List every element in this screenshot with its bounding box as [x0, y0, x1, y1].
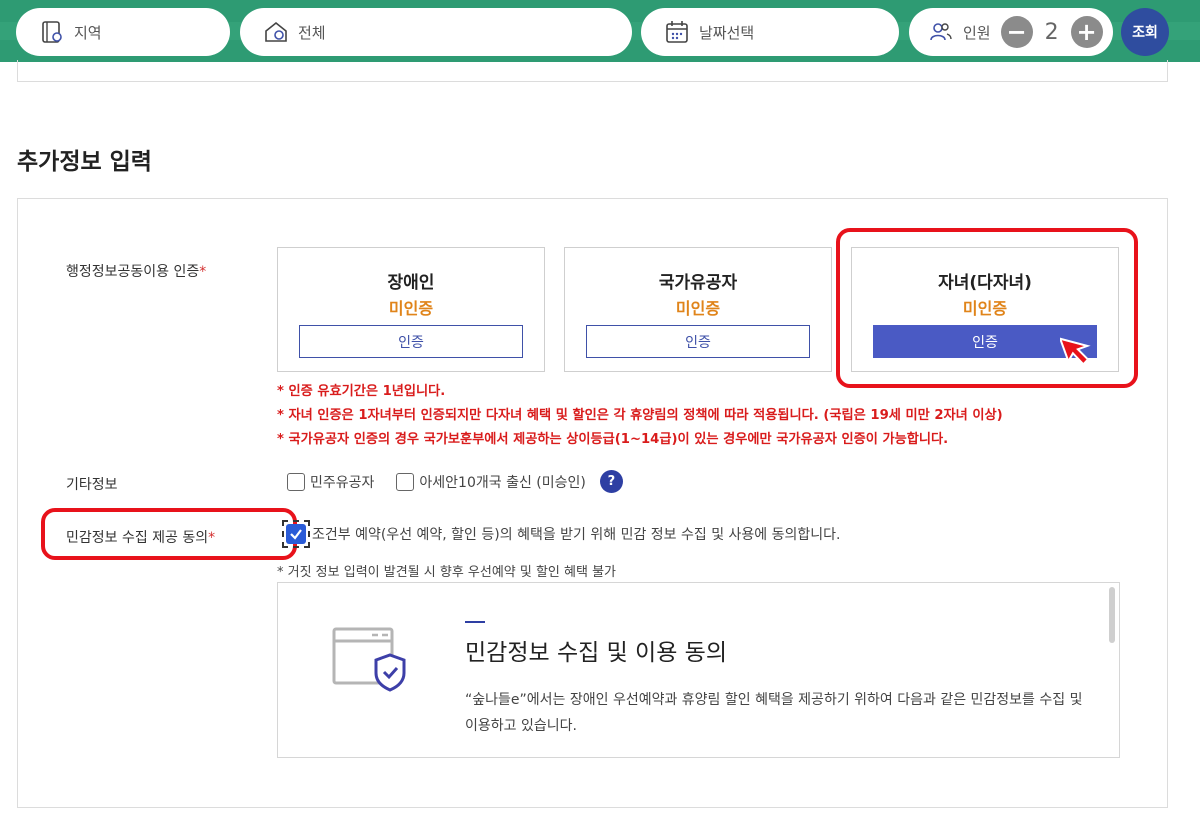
- terms-title: 민감정보 수집 및 이용 동의: [465, 640, 728, 666]
- house-pin-icon: [262, 18, 290, 46]
- cert-card-veteran: 국가유공자 미인증 인증: [564, 247, 832, 372]
- admin-cert-label-text: 행정정보공동이용 인증: [66, 264, 200, 280]
- date-placeholder: 날짜선택: [699, 23, 755, 42]
- asean-origin-checkbox[interactable]: [396, 472, 415, 491]
- terms-title-accent: [465, 621, 485, 623]
- people-selector: 인원 − 2 +: [909, 8, 1113, 56]
- map-book-icon: [38, 18, 66, 46]
- previous-section-box: [17, 60, 1168, 82]
- cert-note-3: * 국가유공자 인증의 경우 국가보훈부에서 제공하는 상이등급(1~14급)이…: [277, 432, 949, 447]
- users-icon: [927, 18, 955, 46]
- category-selector[interactable]: 전체: [240, 8, 632, 56]
- cert-button-disabled[interactable]: 인증: [299, 325, 523, 358]
- cert-title-disabled: 장애인: [387, 273, 435, 293]
- calendar-icon: [663, 18, 691, 46]
- cert-note-2: * 자녀 인증은 1자녀부터 인증되지만 다자녀 혜택 및 할인은 각 휴양림의…: [277, 408, 1003, 423]
- category-placeholder: 전체: [298, 23, 326, 42]
- terms-body: “숲나들e”에서는 장애인 우선예약과 휴양림 할인 혜택을 제공하기 위하여 …: [465, 692, 1083, 734]
- cert-notes: * 인증 유효기간은 1년입니다. * 자녀 인증은 1자녀부터 인증되지만 다…: [277, 380, 1003, 452]
- etc-info-label: 기타정보: [66, 477, 118, 493]
- consent-row: 조건부 예약(우선 예약, 할인 등)의 혜택을 받기 위해 민감 정보 수집 …: [282, 520, 840, 548]
- democracy-merit-label: 민주유공자: [310, 474, 375, 491]
- people-count: 2: [1044, 19, 1059, 45]
- decrease-people-button[interactable]: −: [1000, 16, 1033, 48]
- cert-button-veteran[interactable]: 인증: [586, 325, 810, 358]
- cert-note-1: * 인증 유효기간은 1년입니다.: [277, 384, 446, 399]
- democracy-merit-checkbox[interactable]: [287, 472, 305, 491]
- checkmark-icon: [286, 524, 306, 544]
- consent-label: 민감정보 수집 제공 동의*: [66, 527, 215, 547]
- required-mark: *: [199, 264, 207, 280]
- consent-note: * 거짓 정보 입력이 발견될 시 향후 우선예약 및 할인 혜택 불가: [277, 565, 616, 580]
- section-title: 추가정보 입력: [17, 149, 152, 175]
- cert-status-veteran: 미인증: [675, 299, 721, 318]
- admin-cert-label: 행정정보공동이용 인증*: [66, 261, 206, 281]
- people-label: 인원: [963, 23, 991, 42]
- date-selector[interactable]: 날짜선택: [641, 8, 899, 56]
- search-bar: 지역 전체 날짜선택 인원 − 2 + 조회: [0, 0, 1200, 62]
- consent-checkbox-text: 조건부 예약(우선 예약, 할인 등)의 혜택을 받기 위해 민감 정보 수집 …: [312, 527, 841, 543]
- consent-checkbox[interactable]: [282, 520, 310, 548]
- cert-card-disabled: 장애인 미인증 인증: [277, 247, 545, 372]
- asean-origin-label: 아세안10개국 출신 (미승인): [419, 474, 586, 491]
- increase-people-button[interactable]: +: [1070, 16, 1103, 48]
- terms-box[interactable]: 민감정보 수집 및 이용 동의 “숲나들e”에서는 장애인 우선예약과 휴양림 …: [277, 582, 1120, 758]
- terms-scrollbar[interactable]: [1109, 587, 1115, 643]
- cursor-arrow-icon: [1060, 337, 1091, 366]
- help-icon[interactable]: ?: [599, 470, 623, 493]
- shield-window-icon: [332, 627, 406, 692]
- etc-info-options: 민주유공자 아세안10개국 출신 (미승인) ?: [287, 470, 623, 493]
- region-placeholder: 지역: [74, 23, 102, 42]
- cert-title-veteran: 국가유공자: [658, 273, 738, 293]
- consent-required-mark: *: [208, 530, 216, 546]
- region-selector[interactable]: 지역: [16, 8, 230, 56]
- cert-status-disabled: 미인증: [388, 299, 434, 318]
- consent-label-text: 민감정보 수집 제공 동의: [66, 530, 209, 546]
- search-button[interactable]: 조회: [1121, 8, 1169, 56]
